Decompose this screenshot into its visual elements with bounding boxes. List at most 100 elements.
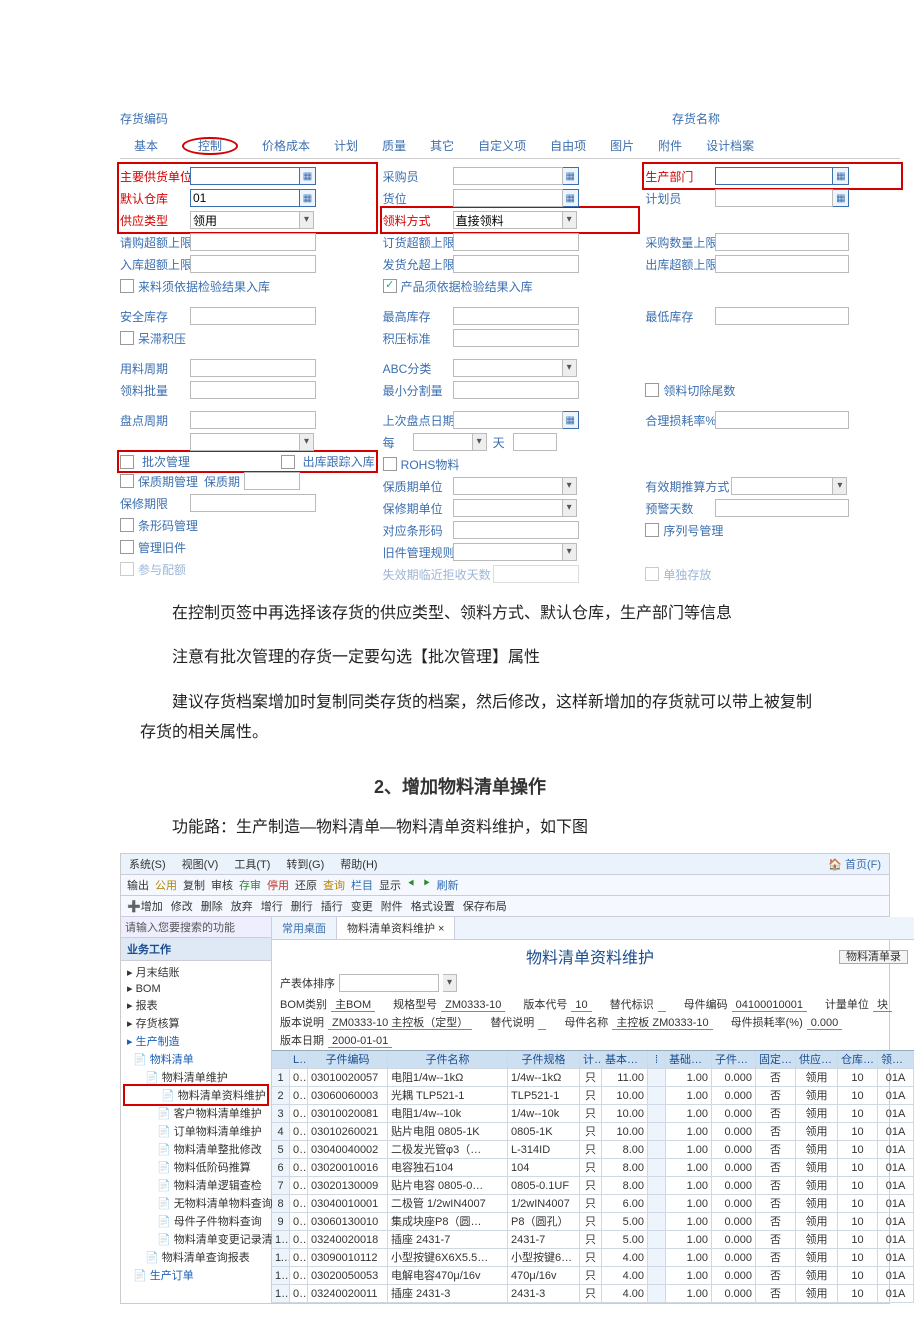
tab-image[interactable]: 图片 xyxy=(600,135,644,156)
tree-node[interactable]: 📄 无物料清单物料查询 xyxy=(121,1194,271,1212)
order-upper-input[interactable] xyxy=(453,233,579,251)
planner-input[interactable] xyxy=(715,189,833,207)
lookup-icon[interactable]: ▦ xyxy=(300,167,316,185)
return-rule-select[interactable] xyxy=(453,543,563,561)
tb-abort[interactable]: 放弃 xyxy=(231,898,253,914)
table-row[interactable]: 50…03040040002二极发光管φ3（…L-314ID只8.001.000… xyxy=(272,1141,914,1159)
tb-submit[interactable]: 存审 xyxy=(239,877,261,893)
tab-quality[interactable]: 质量 xyxy=(372,135,416,156)
count-period-input[interactable] xyxy=(190,411,316,429)
every-select[interactable] xyxy=(413,433,473,451)
tb-addrow[interactable]: 增行 xyxy=(261,898,283,914)
tree-node[interactable]: 📄 物料低阶码推算 xyxy=(121,1158,271,1176)
lookup-icon[interactable]: ▦ xyxy=(300,189,316,207)
lookup-icon[interactable]: ▦ xyxy=(563,189,579,207)
every-day-input[interactable] xyxy=(513,433,557,451)
tree-node[interactable]: ▸ BOM xyxy=(121,981,271,996)
table-row[interactable]: 100…03240020018插座 2431-72431-7只5.001.000… xyxy=(272,1231,914,1249)
grid-header[interactable]: ⁞ xyxy=(648,1051,666,1069)
abc-select[interactable] xyxy=(453,359,563,377)
tb-audit[interactable]: 审核 xyxy=(211,877,233,893)
incoming-chk[interactable] xyxy=(120,279,134,293)
lookup-icon[interactable]: ▦ xyxy=(833,167,849,185)
sort-select[interactable] xyxy=(339,974,439,992)
chevron-down-icon[interactable]: ▾ xyxy=(833,477,847,495)
grid-header[interactable]: 子件编码 xyxy=(308,1051,388,1069)
chevron-down-icon[interactable]: ▾ xyxy=(563,477,577,495)
tree-node[interactable]: 📄 客户物料清单维护 xyxy=(121,1104,271,1122)
table-row[interactable]: 20…03060060003光耦 TLP521-1TLP521-1只10.001… xyxy=(272,1087,914,1105)
mgmt-return-chk[interactable] xyxy=(120,540,134,554)
tree-node[interactable]: 📄 物料清单 xyxy=(121,1050,271,1068)
table-row[interactable]: 10…03010020057电阻1/4w--1kΩ1/4w--1kΩ只11.00… xyxy=(272,1069,914,1087)
tab-free[interactable]: 自由项 xyxy=(540,135,596,156)
chevron-down-icon[interactable]: ▾ xyxy=(563,499,577,517)
tab-design[interactable]: 设计档案 xyxy=(696,135,764,156)
tb-query[interactable]: 查询 xyxy=(323,877,345,893)
menu-view[interactable]: 视图(V) xyxy=(182,856,219,872)
grid-header[interactable]: L… xyxy=(290,1051,308,1069)
barcode-mgmt-chk[interactable] xyxy=(120,518,134,532)
tab-desktop[interactable]: 常用桌面 xyxy=(272,917,337,939)
table-row[interactable]: 70…03020130009贴片电容 0805-0…0805-0.1UF只8.0… xyxy=(272,1177,914,1195)
stagnant-chk[interactable] xyxy=(120,331,134,345)
shelf-life-input[interactable] xyxy=(244,472,300,490)
table-row[interactable]: 130…03240020011插座 2431-32431-3只4.001.000… xyxy=(272,1285,914,1303)
grid-header[interactable]: 固定用量 xyxy=(756,1051,796,1069)
slot-input[interactable] xyxy=(453,189,563,207)
tb-format[interactable]: 格式设置 xyxy=(411,898,455,914)
grid-header[interactable]: 子件名称 xyxy=(388,1051,508,1069)
tree-node[interactable]: ▸ 生产制造 xyxy=(121,1032,271,1050)
chevron-down-icon[interactable]: ▾ xyxy=(473,433,487,451)
min-stock-input[interactable] xyxy=(715,307,849,325)
table-row[interactable]: 120…03020050053电解电容470μ/16v470μ/16v只4.00… xyxy=(272,1267,914,1285)
batch-mgmt-chk[interactable] xyxy=(120,455,134,469)
table-row[interactable]: 110…03090010112小型按键6X6X5.5…小型按键6X…只4.001… xyxy=(272,1249,914,1267)
grid-header[interactable]: 仓库编码 xyxy=(838,1051,878,1069)
tb-refresh[interactable]: 刷新 xyxy=(437,877,459,893)
shelf-mgmt-chk[interactable] xyxy=(120,474,134,488)
tree-node[interactable]: 📄 物料清单整批修改 xyxy=(121,1140,271,1158)
rohs-chk[interactable] xyxy=(383,457,397,471)
last-count-input[interactable] xyxy=(453,411,563,429)
tree-node[interactable]: 📄 订单物料清单维护 xyxy=(121,1122,271,1140)
bom-record-button[interactable]: 物料清单录 xyxy=(839,950,908,964)
nav-search-hint[interactable]: 请输入您要搜索的功能 xyxy=(121,917,271,938)
count-unit-select[interactable] xyxy=(190,433,300,451)
grid-header[interactable]: 子件规格 xyxy=(508,1051,580,1069)
tree-node[interactable]: 📄 母件子件物料查询 xyxy=(121,1212,271,1230)
table-row[interactable]: 40…03010260021贴片电阻 0805-1K0805-1K只10.001… xyxy=(272,1123,914,1141)
repair-unit-select[interactable] xyxy=(453,499,563,517)
tb-copy[interactable]: 复制 xyxy=(183,877,205,893)
tb-edit[interactable]: 修改 xyxy=(171,898,193,914)
tab-basic[interactable]: 基本 xyxy=(124,135,168,156)
tb-attach[interactable]: 附件 xyxy=(381,898,403,914)
tab-plan[interactable]: 计划 xyxy=(324,135,368,156)
dept-input[interactable] xyxy=(715,167,833,185)
draw-qty-input[interactable] xyxy=(190,381,316,399)
out-track-chk[interactable] xyxy=(281,455,295,469)
buyer-input[interactable] xyxy=(453,167,563,185)
repair-limit-input[interactable] xyxy=(190,494,316,512)
valid-calc-select[interactable] xyxy=(731,477,833,495)
grid-header[interactable]: 基础数量 xyxy=(666,1051,712,1069)
chevron-down-icon[interactable]: ▾ xyxy=(300,433,314,451)
table-row[interactable]: 60…03020010016电容独石104104只8.001.000.000否领… xyxy=(272,1159,914,1177)
tree-node[interactable]: ▸ 存货核算 xyxy=(121,1014,271,1032)
buy-upper-input[interactable] xyxy=(715,233,849,251)
table-row[interactable]: 80…03040010001二极管 1/2wIN40071/2wIN4007只6… xyxy=(272,1195,914,1213)
tab-other[interactable]: 其它 xyxy=(420,135,464,156)
tab-price[interactable]: 价格成本 xyxy=(252,135,320,156)
tab-bom-maint[interactable]: 物料清单资料维护 × xyxy=(337,917,455,939)
period-input[interactable] xyxy=(190,359,316,377)
tree-node[interactable]: 📄 物料清单变更记录清除 xyxy=(121,1230,271,1248)
trim-tail-chk[interactable] xyxy=(645,383,659,397)
serial-mgmt-chk[interactable] xyxy=(645,523,659,537)
tree-node[interactable]: 📄 物料清单资料维护 xyxy=(123,1084,269,1106)
grid-header[interactable]: 计… xyxy=(580,1051,602,1069)
min-split-input[interactable] xyxy=(453,381,579,399)
prod-chk[interactable] xyxy=(383,279,397,293)
tree-node[interactable]: ▸ 月末结账 xyxy=(121,963,271,981)
grid-header[interactable]: 子件损耗… xyxy=(712,1051,756,1069)
barcode-input[interactable] xyxy=(453,521,579,539)
